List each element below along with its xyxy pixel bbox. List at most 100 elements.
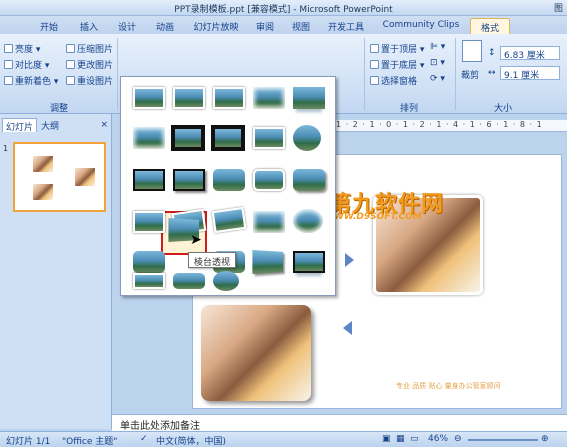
view-sorter-icon[interactable]: ▦: [396, 434, 405, 444]
mouse-cursor-icon: ➤: [190, 232, 202, 248]
tab-insert[interactable]: 插入: [74, 18, 104, 34]
picture-style-item[interactable]: [253, 211, 285, 233]
bring-to-front-button[interactable]: 置于顶层 ▾: [370, 42, 424, 55]
picture-style-item[interactable]: [133, 251, 165, 273]
selection-pane-icon: [370, 76, 379, 85]
picture-style-item[interactable]: [213, 271, 239, 291]
picture-style-item[interactable]: [213, 87, 245, 109]
picture-style-item[interactable]: [293, 251, 325, 273]
compress-icon: [66, 44, 75, 53]
height-icon: ↕: [488, 48, 496, 58]
window-controls[interactable]: 图: [554, 1, 563, 14]
bring-front-label: 置于顶层: [381, 45, 418, 55]
reset-picture-button[interactable]: 重设图片: [66, 74, 113, 87]
slide-count: 幻灯片 1/1: [6, 437, 51, 447]
picture-style-item[interactable]: [173, 169, 205, 191]
rotate-button[interactable]: ⟳ ▾: [430, 74, 445, 84]
picture-style-item[interactable]: [133, 127, 165, 149]
send-back-icon: [370, 60, 379, 69]
tab-developer[interactable]: 开发工具: [324, 18, 368, 34]
window-title: PPT录制模板.ppt [兼容模式] - Microsoft PowerPoin…: [174, 5, 393, 15]
zoom-slider[interactable]: [468, 439, 538, 441]
picture-style-item[interactable]: [253, 127, 285, 149]
height-input[interactable]: 6.83 厘米: [500, 46, 560, 61]
picture-style-item[interactable]: [133, 169, 165, 191]
thumb-photo: [33, 184, 53, 200]
style-tooltip: 棱台透视: [188, 252, 237, 268]
align-button[interactable]: ⊫ ▾: [430, 42, 445, 52]
picture-style-item[interactable]: [253, 87, 285, 109]
view-normal-icon[interactable]: ▣: [382, 434, 391, 444]
picture-style-item[interactable]: [252, 250, 284, 274]
reset-icon: [66, 76, 75, 85]
spellcheck-icon[interactable]: ✓: [140, 434, 148, 444]
tab-view[interactable]: 视图: [288, 18, 314, 34]
brightness-label: 亮度: [15, 45, 34, 55]
tab-slideshow[interactable]: 幻灯片放映: [188, 18, 244, 34]
picture-style-item[interactable]: [293, 87, 325, 109]
ribbon-tabs: 开始 插入 设计 动画 幻灯片放映 审阅 视图 开发工具 Community C…: [0, 16, 567, 34]
picture-style-item[interactable]: [133, 87, 165, 109]
selection-pane-button[interactable]: 选择窗格: [370, 74, 417, 87]
slide-photo[interactable]: [201, 305, 311, 401]
picture-style-item[interactable]: [253, 169, 285, 191]
slide-number: 1: [3, 144, 9, 153]
picture-style-item[interactable]: [211, 125, 245, 151]
crop-icon[interactable]: [462, 40, 482, 62]
picture-style-item[interactable]: [171, 125, 205, 151]
tab-home[interactable]: 开始: [34, 18, 64, 34]
watermark-url: WWW.D9SOFT.COM: [324, 212, 422, 222]
tab-format[interactable]: 格式: [470, 18, 510, 34]
tab-review[interactable]: 审阅: [252, 18, 278, 34]
recolor-button[interactable]: 重新着色 ▾: [4, 74, 58, 87]
notes-pane[interactable]: 单击此处添加备注: [112, 414, 567, 432]
selection-pane-label: 选择窗格: [381, 77, 418, 87]
picture-style-item[interactable]: [211, 206, 247, 234]
recolor-icon: [4, 76, 13, 85]
tab-community-clips[interactable]: Community Clips: [378, 18, 464, 34]
contrast-label: 对比度: [15, 61, 43, 71]
picture-style-item[interactable]: [293, 169, 325, 191]
change-picture-icon: [66, 60, 75, 69]
slide-caption: 专业 品质 贴心 量身办公管家顾问: [396, 382, 501, 390]
change-picture-button[interactable]: 更改图片: [66, 58, 113, 71]
picture-style-item[interactable]: [173, 273, 205, 289]
crop-label[interactable]: 裁剪: [461, 68, 479, 81]
picture-style-item[interactable]: [173, 87, 205, 109]
picture-style-item[interactable]: [293, 125, 321, 151]
slides-panel: 幻灯片 大纲 × 1: [0, 114, 112, 429]
language-status: 中文(简体，中国): [156, 437, 227, 447]
tab-slides[interactable]: 幻灯片: [2, 118, 38, 133]
tab-design[interactable]: 设计: [112, 18, 142, 34]
tab-animation[interactable]: 动画: [150, 18, 180, 34]
sun-icon: [4, 44, 13, 53]
view-slideshow-icon[interactable]: ▭: [410, 434, 419, 444]
contrast-icon: [4, 60, 13, 69]
slide-thumbnail[interactable]: [13, 142, 106, 212]
group-button[interactable]: ⊡ ▾: [430, 58, 445, 68]
bring-front-icon: [370, 44, 379, 53]
thumb-photo: [75, 168, 95, 186]
brightness-button[interactable]: 亮度 ▾: [4, 42, 40, 55]
send-back-label: 置于底层: [381, 61, 418, 71]
width-input[interactable]: 9.1 厘米: [500, 66, 560, 81]
ribbon-separator: [117, 38, 118, 110]
contrast-button[interactable]: 对比度 ▾: [4, 58, 49, 71]
picture-style-item[interactable]: [213, 169, 245, 191]
zoom-out-icon[interactable]: ⊖: [454, 434, 462, 444]
zoom-level[interactable]: 46%: [428, 434, 448, 444]
ribbon-separator: [455, 38, 456, 110]
ruler: 1 · 2 · 1 · 0 · 1 · 2 · 1 · 4 · 1 · 6 · …: [336, 120, 567, 132]
status-bar: 幻灯片 1/1 "Office 主题" ✓ 中文(简体，中国) ▣ ▦ ▭ 46…: [0, 431, 567, 447]
tab-outline[interactable]: 大纲: [38, 118, 62, 132]
close-icon[interactable]: ×: [100, 120, 108, 130]
picture-style-item[interactable]: [133, 273, 165, 289]
arrange-group-label: 排列: [400, 104, 419, 114]
send-to-back-button[interactable]: 置于底层 ▾: [370, 58, 424, 71]
theme-name: "Office 主题": [62, 437, 118, 447]
compress-pictures-button[interactable]: 压缩图片: [66, 42, 113, 55]
zoom-in-icon[interactable]: ⊕: [541, 434, 549, 444]
recolor-label: 重新着色: [15, 77, 52, 87]
picture-style-item[interactable]: [293, 209, 323, 233]
picture-style-item[interactable]: [133, 211, 165, 233]
